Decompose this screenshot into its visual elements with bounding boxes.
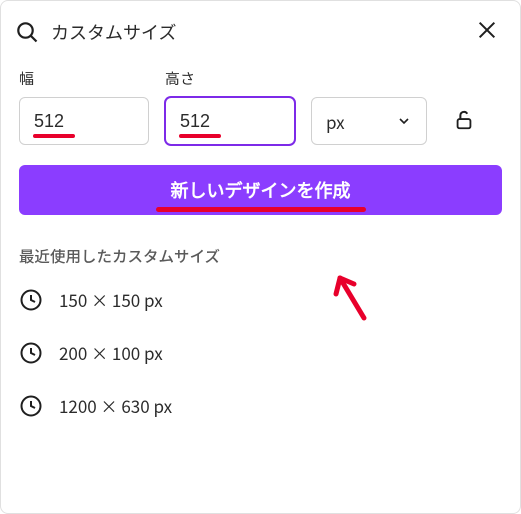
- recent-size-item[interactable]: 150 × 150 px: [19, 273, 502, 326]
- width-input[interactable]: [19, 97, 149, 145]
- width-label: 幅: [19, 68, 149, 89]
- annotation-underline: [156, 207, 366, 212]
- chevron-down-icon: [396, 113, 412, 129]
- clock-icon: [19, 288, 43, 312]
- height-label: 高さ: [165, 68, 295, 89]
- width-input-wrap: [19, 97, 149, 145]
- close-button[interactable]: [472, 15, 502, 48]
- search-row: カスタムサイズ: [1, 1, 520, 68]
- recent-size-item[interactable]: 1200 × 630 px: [19, 379, 502, 432]
- create-button-label: 新しいデザインを作成: [171, 181, 351, 201]
- dimension-inputs: px: [1, 89, 520, 145]
- recent-size-label: 200 × 100 px: [59, 340, 163, 365]
- unlock-icon: [453, 109, 475, 131]
- dimension-labels: 幅 高さ: [1, 68, 520, 89]
- clock-icon: [19, 341, 43, 365]
- recent-sizes-list: 150 × 150 px 200 × 100 px 1200 × 630 px: [1, 273, 520, 432]
- close-icon: [476, 19, 498, 41]
- height-input[interactable]: [165, 97, 295, 145]
- unit-value: px: [326, 109, 345, 134]
- create-design-button[interactable]: 新しいデザインを作成: [19, 165, 502, 215]
- lock-aspect-button[interactable]: [447, 103, 481, 140]
- height-input-wrap: [165, 97, 295, 145]
- custom-size-panel: カスタムサイズ 幅 高さ px: [0, 0, 521, 514]
- clock-icon: [19, 394, 43, 418]
- create-row: 新しいデザインを作成: [1, 145, 520, 215]
- unit-select[interactable]: px: [311, 97, 427, 145]
- search-text[interactable]: カスタムサイズ: [51, 19, 460, 45]
- recent-size-label: 150 × 150 px: [59, 287, 163, 312]
- recent-sizes-title: 最近使用したカスタムサイズ: [1, 215, 520, 273]
- search-icon: [15, 20, 39, 44]
- recent-size-item[interactable]: 200 × 100 px: [19, 326, 502, 379]
- recent-size-label: 1200 × 630 px: [59, 393, 172, 418]
